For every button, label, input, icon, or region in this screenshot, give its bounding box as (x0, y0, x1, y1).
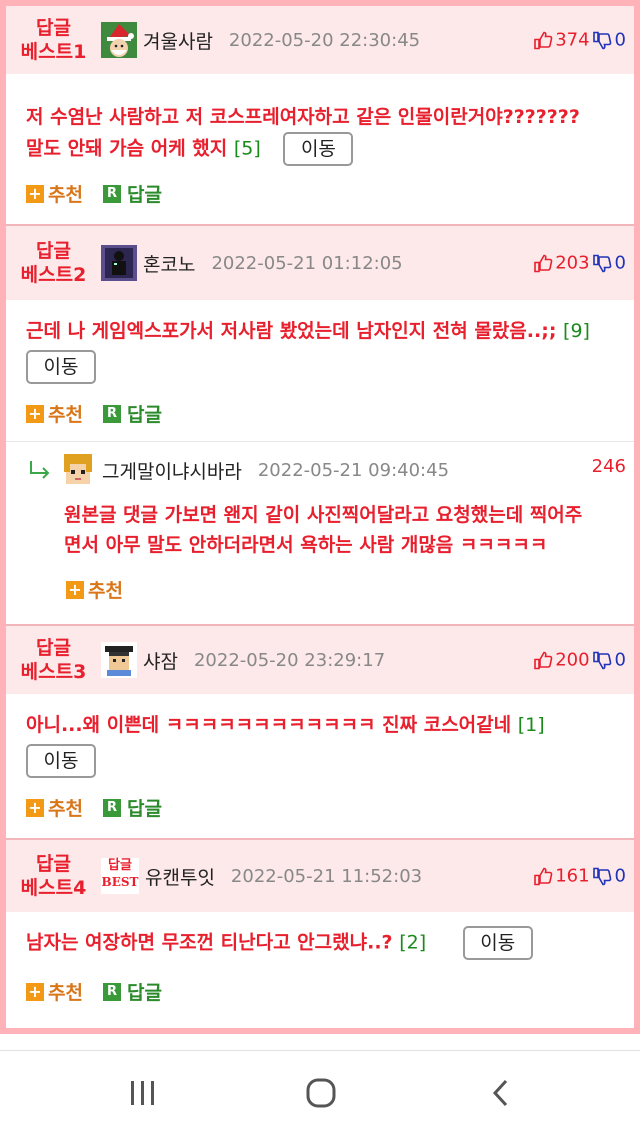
reply-count: [2] (399, 931, 427, 954)
upvote-count: 161 (555, 865, 590, 887)
comment-best-2: 답글 베스트2 혼코노 2022-05-21 01:12:05 203 0 근데… (6, 226, 634, 442)
thumbs-down-icon[interactable] (592, 866, 612, 886)
comment-body: 근데 나 게임엑스포가서 저사람 봤었는데 남자인지 전혀 몰랐음..;; [9… (6, 300, 634, 427)
nickname[interactable]: 겨울사람 (143, 27, 213, 54)
thumbs-up-icon[interactable] (533, 866, 553, 886)
recent-apps-icon[interactable] (128, 1077, 158, 1109)
comment-date: 2022-05-21 11:52:03 (230, 865, 423, 887)
upvote-count: 374 (555, 29, 590, 51)
comment-text: 아니...왜 이쁜데 ㅋㅋㅋㅋㅋㅋㅋㅋㅋㅋㅋㅋ 진짜 코스어같네 [1] (26, 714, 545, 736)
comment-header: 답글 베스트2 혼코노 2022-05-21 01:12:05 203 0 (6, 226, 634, 300)
comment-best-1: 답글 베스트1 겨울사람 2022-05-20 22:30:45 374 0 저… (6, 6, 634, 226)
thumbs-down-icon[interactable] (592, 650, 612, 670)
vote-counter: 161 0 (533, 866, 626, 887)
comment-body: 아니...왜 이쁜데 ㅋㅋㅋㅋㅋㅋㅋㅋㅋㅋㅋㅋ 진짜 코스어같네 [1] 이동 … (6, 694, 634, 821)
comment-date: 2022-05-21 09:40:45 (257, 459, 450, 481)
reply-text: 원본글 댓글 가보면 왠지 같이 사진찍어달라고 요청했는데 찍어주 면서 아무… (64, 504, 583, 556)
upvote-count: 203 (555, 252, 590, 274)
comment-date: 2022-05-20 23:29:17 (193, 649, 386, 671)
comment-list: 답글 베스트1 겨울사람 2022-05-20 22:30:45 374 0 저… (6, 6, 634, 1028)
comment-date: 2022-05-21 01:12:05 (211, 252, 403, 274)
reply-count: [9] (563, 320, 590, 342)
nickname[interactable]: 샤잠 (143, 647, 178, 674)
best-label: 답글 베스트4 (20, 853, 87, 899)
upvote-count: 200 (555, 649, 590, 671)
back-icon[interactable] (488, 1077, 514, 1109)
reply-actions: + 추천 (6, 576, 634, 603)
reply-count: [1] (517, 714, 545, 736)
nickname[interactable]: 혼코노 (143, 250, 195, 277)
reply-button[interactable]: R 답글 (102, 180, 162, 207)
downvote-count: 0 (614, 865, 626, 887)
comment-body: 저 수염난 사람하고 저 코스프레여자하고 같은 인물이란거야??????? 말… (6, 74, 634, 207)
thumbs-down-icon[interactable] (592, 30, 612, 50)
downvote-count: 0 (614, 252, 626, 274)
plus-icon: + (26, 982, 44, 1001)
santa-avatar-icon (101, 22, 137, 58)
reply-arrow-icon (30, 461, 50, 479)
vote-counter: 203 0 (533, 253, 626, 274)
comment-header: 답글 베스트1 겨울사람 2022-05-20 22:30:45 374 0 (6, 6, 634, 74)
plus-icon: + (26, 184, 44, 203)
reply-r-icon: R (102, 798, 121, 817)
dark-figure-avatar-icon (101, 245, 137, 281)
best-label: 답글 베스트1 (20, 17, 87, 63)
thumbs-up-icon[interactable] (533, 650, 553, 670)
comment-list-frame: 답글 베스트1 겨울사람 2022-05-20 22:30:45 374 0 저… (0, 0, 640, 1034)
comment-header: 답글 베스트3 샤잠 2022-05-20 23:29:17 200 0 (6, 626, 634, 694)
downvote-count: 0 (614, 29, 626, 51)
downvote-count: 0 (614, 649, 626, 671)
nickname[interactable]: 그게말이냐시바라 (102, 457, 242, 484)
reply-r-icon: R (102, 184, 121, 203)
comment-best-4: 답글 베스트4 답글 BEST 유캔투잇 2022-05-21 11:52:03… (6, 840, 634, 1028)
system-navigation-bar (0, 1050, 640, 1138)
reply-count: [5] (233, 137, 261, 160)
reply-button[interactable]: R 답글 (102, 400, 162, 427)
comment-best-3: 답글 베스트3 샤잠 2022-05-20 23:29:17 200 0 아니.… (6, 626, 634, 840)
plus-icon: + (26, 798, 44, 817)
reply-score: 246 (591, 456, 626, 477)
pixel-boy-avatar-icon (60, 452, 96, 488)
comment-text: 남자는 여장하면 무조껀 티난다고 안그랬냐..? [2] 이동 (26, 926, 614, 960)
thumbs-down-icon[interactable] (592, 253, 612, 273)
nickname[interactable]: 유캔투잇 (145, 863, 215, 890)
move-button[interactable]: 이동 (26, 350, 96, 384)
comment-actions: + 추천 R 답글 (26, 400, 614, 427)
recommend-button[interactable]: + 추천 (66, 576, 123, 603)
reply-header: 그게말이냐시바라 2022-05-21 09:40:45 246 (6, 442, 634, 488)
recommend-button[interactable]: + 추천 (26, 794, 83, 821)
vote-counter: 374 0 (533, 30, 626, 51)
comment-text: 저 수염난 사람하고 저 코스프레여자하고 같은 인물이란거야??????? 말… (26, 102, 614, 166)
home-icon[interactable] (305, 1077, 337, 1109)
reply-comment: 그게말이냐시바라 2022-05-21 09:40:45 246 원본글 댓글 … (6, 442, 634, 626)
best-reply-badge-icon: 답글 BEST (101, 858, 139, 894)
comment-actions: + 추천 R 답글 (26, 978, 614, 1005)
reply-r-icon: R (102, 982, 121, 1001)
recommend-button[interactable]: + 추천 (26, 180, 83, 207)
best-label: 답글 베스트3 (20, 637, 87, 683)
plus-icon: + (26, 404, 44, 423)
vote-counter: 200 0 (533, 650, 626, 671)
thumbs-up-icon[interactable] (533, 253, 553, 273)
comment-actions: + 추천 R 답글 (26, 794, 614, 821)
move-button[interactable]: 이동 (283, 132, 354, 166)
plus-icon: + (66, 580, 84, 599)
comment-text: 근데 나 게임엑스포가서 저사람 봤었는데 남자인지 전혀 몰랐음..;; [9… (26, 320, 590, 342)
pixel-man-avatar-icon (101, 642, 137, 678)
reply-r-icon: R (102, 404, 121, 423)
comment-actions: + 추천 R 답글 (26, 180, 614, 207)
reply-button[interactable]: R 답글 (102, 978, 162, 1005)
recommend-button[interactable]: + 추천 (26, 400, 83, 427)
comment-header: 답글 베스트4 답글 BEST 유캔투잇 2022-05-21 11:52:03… (6, 840, 634, 912)
move-button[interactable]: 이동 (462, 926, 533, 960)
reply-button[interactable]: R 답글 (102, 794, 162, 821)
best-label: 답글 베스트2 (20, 240, 87, 286)
comment-body: 남자는 여장하면 무조껀 티난다고 안그랬냐..? [2] 이동 + 추천 R … (6, 912, 634, 1005)
recommend-button[interactable]: + 추천 (26, 978, 83, 1005)
comment-date: 2022-05-20 22:30:45 (228, 29, 421, 51)
move-button[interactable]: 이동 (26, 744, 96, 778)
thumbs-up-icon[interactable] (533, 30, 553, 50)
